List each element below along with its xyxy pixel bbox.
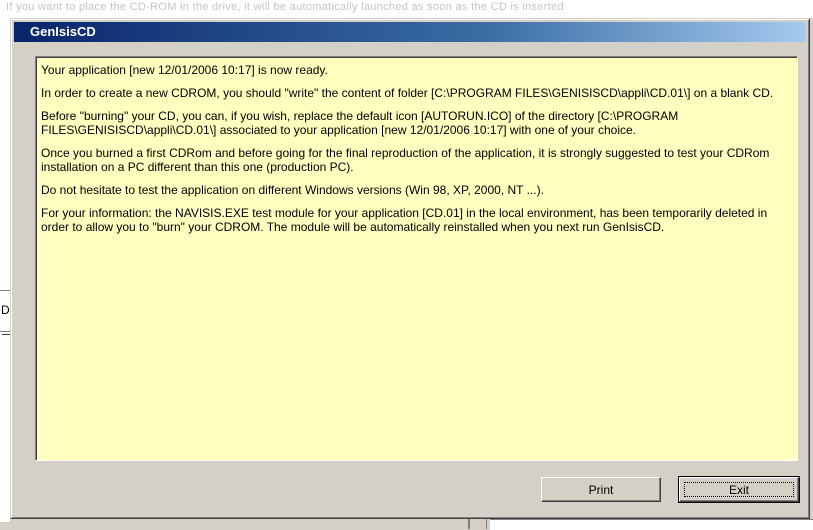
message-textbox[interactable]: Your application [new 12/01/2006 10:17] … <box>35 56 798 461</box>
background-app-left-panel: D <box>0 18 10 529</box>
genisiscd-dialog: GenIsisCD Your application [new 12/01/20… <box>10 18 810 519</box>
background-header-text: If you want to place the CD-ROM in the d… <box>6 1 564 13</box>
background-left-letter: D <box>1 303 10 317</box>
message-paragraph: In order to create a new CDROM, you shou… <box>41 86 774 100</box>
background-app-header: If you want to place the CD-ROM in the d… <box>0 0 813 18</box>
background-separator <box>486 519 487 529</box>
exit-button[interactable]: Exit <box>678 476 800 503</box>
message-paragraph: Do not hesitate to test the application … <box>41 183 544 197</box>
message-paragraph: For your information: the NAVISIS.EXE te… <box>41 206 768 234</box>
print-button-label: Print <box>588 482 614 497</box>
background-footer-field <box>490 519 813 530</box>
message-paragraph: Before "burning" your CD, you can, if yo… <box>41 109 679 137</box>
print-button[interactable]: Print <box>541 477 661 502</box>
focus-rectangle <box>684 482 794 497</box>
dialog-title: GenIsisCD <box>30 24 96 39</box>
background-separator <box>468 519 470 529</box>
background-divider <box>0 331 10 332</box>
background-divider <box>2 334 10 335</box>
message-paragraph: Once you burned a first CDRom and before… <box>41 146 770 174</box>
message-paragraph: Your application [new 12/01/2006 10:17] … <box>41 63 328 77</box>
background-divider <box>0 290 10 291</box>
dialog-titlebar[interactable]: GenIsisCD <box>14 22 806 42</box>
